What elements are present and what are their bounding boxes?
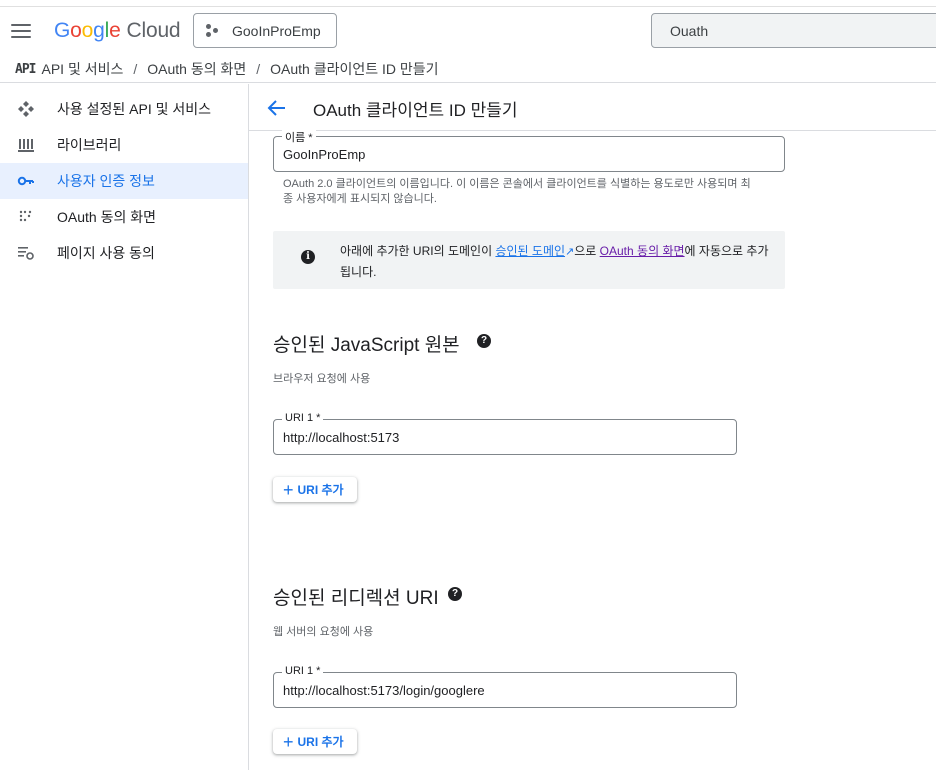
domain-notice: i 아래에 추가한 URI의 도메인이 승인된 도메인↗으로 OAuth 동의 … — [273, 231, 785, 289]
external-link-icon: ↗ — [565, 246, 575, 258]
breadcrumb-item-current: OAuth 클라이언트 ID 만들기 — [270, 61, 439, 77]
breadcrumb-separator: / — [256, 61, 261, 77]
js-origin-uri-1-label: URI 1 * — [282, 412, 324, 424]
search-input[interactable]: Ouath — [651, 13, 936, 48]
sidebar-item-oauth-consent[interactable]: OAuth 동의 화면 — [0, 199, 248, 235]
library-icon — [18, 139, 34, 152]
search-value: Ouath — [670, 22, 709, 39]
help-icon[interactable]: ? — [448, 587, 462, 601]
settings-list-icon — [18, 247, 34, 260]
redirect-uri-1-label: URI 1 * — [282, 665, 324, 677]
client-name-value: GooInProEmp — [283, 147, 366, 162]
api-icon: API — [15, 61, 37, 77]
redirect-uris-title: 승인된 리디렉션 URI — [273, 588, 439, 609]
sidebar: 사용 설정된 API 및 서비스 라이브러리 사용자 인증 정보 OAuth 동… — [0, 84, 249, 770]
main-menu-icon[interactable] — [11, 24, 31, 38]
js-origins-subtitle: 브라우저 요청에 사용 — [273, 373, 371, 385]
help-icon[interactable]: ? — [477, 334, 491, 348]
sidebar-item-page-usage-consent[interactable]: 페이지 사용 동의 — [0, 235, 248, 271]
add-redirect-uri-button[interactable]: + URI 추가 — [273, 729, 357, 754]
notice-text: 아래에 추가한 URI의 도메인이 승인된 도메인↗으로 OAuth 동의 화면… — [340, 244, 769, 279]
sidebar-item-credentials[interactable]: 사용자 인증 정보 — [0, 163, 248, 199]
js-origin-uri-1-input[interactable]: URI 1 * http://localhost:5173 — [273, 412, 737, 455]
breadcrumb: API API 및 서비스 / OAuth 동의 화면 / OAuth 클라이언… — [0, 56, 936, 83]
client-name-label: 이름 * — [282, 129, 316, 145]
breadcrumb-separator: / — [133, 61, 138, 77]
project-hierarchy-icon — [206, 23, 222, 38]
breadcrumb-item-api-services[interactable]: API 및 서비스 — [41, 59, 123, 79]
sidebar-item-enabled-apis[interactable]: 사용 설정된 API 및 서비스 — [0, 91, 248, 127]
project-name: GooInProEmp — [232, 22, 321, 39]
api-diamond-icon — [18, 101, 34, 117]
plus-icon: + — [283, 479, 294, 500]
plus-icon: + — [283, 731, 294, 752]
add-js-origin-button[interactable]: + URI 추가 — [273, 477, 357, 502]
key-icon — [17, 176, 34, 186]
top-bar: Google Cloud GooInProEmp Ouath — [0, 6, 936, 54]
redirect-uri-1-input[interactable]: URI 1 * http://localhost:5173/login/goog… — [273, 665, 737, 708]
info-icon: i — [301, 250, 315, 264]
page-title: OAuth 클라이언트 ID 만들기 — [313, 101, 518, 120]
authorized-domains-link[interactable]: 승인된 도메인 — [495, 244, 565, 258]
js-origin-uri-1-value: http://localhost:5173 — [283, 430, 400, 445]
oauth-consent-link[interactable]: OAuth 동의 화면 — [600, 244, 685, 258]
breadcrumb-item-oauth-consent[interactable]: OAuth 동의 화면 — [147, 59, 246, 79]
google-cloud-logo[interactable]: Google Cloud — [54, 19, 181, 43]
js-origins-title: 승인된 JavaScript 원본 — [273, 335, 460, 356]
project-picker-button[interactable]: GooInProEmp — [193, 13, 337, 48]
client-name-field[interactable]: 이름 * GooInProEmp — [273, 129, 785, 172]
client-name-hint: OAuth 2.0 클라이언트의 이름입니다. 이 이름은 콘솔에서 클라이언트… — [283, 178, 751, 205]
page-header: OAuth 클라이언트 ID 만들기 — [249, 84, 936, 131]
redirect-uris-subtitle: 웹 서버의 요청에 사용 — [273, 626, 374, 638]
redirect-uri-1-value: http://localhost:5173/login/googlere — [283, 683, 485, 698]
sidebar-item-library[interactable]: 라이브러리 — [0, 127, 248, 163]
oauth-dots-icon — [19, 210, 32, 222]
back-arrow-icon[interactable] — [266, 97, 288, 119]
